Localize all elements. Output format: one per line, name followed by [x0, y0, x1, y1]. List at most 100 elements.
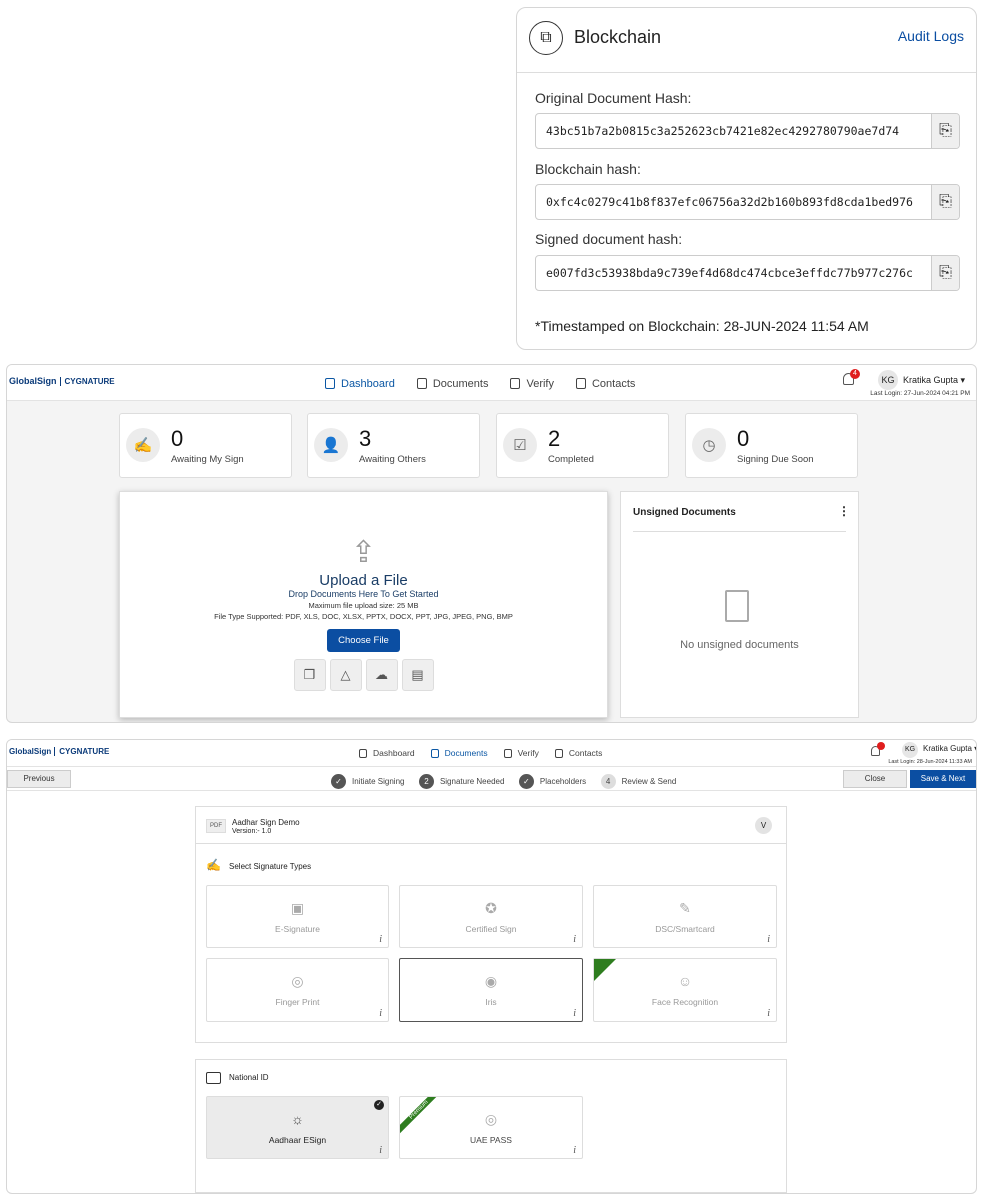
upload-title: Upload a File: [319, 572, 408, 589]
info-icon[interactable]: i: [379, 934, 382, 945]
tile-aadhaar-esign[interactable]: ✓ ☼ Aadhaar ESign i: [206, 1096, 389, 1159]
step-number: 2: [418, 774, 434, 789]
choose-file-button[interactable]: Choose File: [327, 629, 400, 652]
tile-iris[interactable]: ◉ Iris i: [399, 958, 583, 1022]
info-icon[interactable]: i: [767, 934, 770, 945]
stat-signing-due-soon[interactable]: ◷ 0 Signing Due Soon: [685, 413, 858, 478]
user-menu[interactable]: KGKratika Gupta ▾: [902, 742, 976, 758]
stat-label: Completed: [548, 454, 594, 465]
nav-dashboard[interactable]: Dashboard: [325, 378, 395, 390]
nav-dashboard[interactable]: Dashboard: [359, 748, 415, 758]
user-name: Kratika Gupta: [923, 744, 972, 753]
tile-label: E-Signature: [275, 924, 320, 934]
step-review-send[interactable]: 4 Review & Send: [600, 774, 677, 789]
stepper: ✓ Initiate Signing 2 Signature Needed ✓ Pla…: [331, 771, 686, 789]
info-icon[interactable]: i: [767, 1008, 770, 1019]
stat-completed[interactable]: ☑ 2 Completed: [496, 413, 669, 478]
onedrive-icon[interactable]: ☁: [365, 659, 398, 691]
stat-value: 2: [548, 426, 561, 451]
blockchain-hash-field: 0xfc4c0279c41b8f837efc06756a32d2b160b893…: [535, 184, 960, 220]
nav-contacts[interactable]: Contacts: [554, 748, 602, 758]
nav-contacts[interactable]: Contacts: [575, 378, 635, 390]
step-check-icon: ✓: [331, 774, 346, 789]
national-id-title: National ID: [229, 1073, 269, 1082]
dashboard-panel: GlobalSign CYGNATURE Dashboard Documents …: [6, 364, 977, 723]
nav-verify[interactable]: Verify: [510, 378, 554, 390]
save-next-button[interactable]: Save & Next: [910, 770, 976, 788]
tile-label: Finger Print: [275, 997, 320, 1007]
nav-verify[interactable]: Verify: [503, 748, 539, 758]
fingerprint-icon: ◎: [291, 973, 304, 989]
nav-documents[interactable]: Documents: [416, 378, 488, 390]
main-nav: Dashboard Documents Verify Contacts: [359, 748, 602, 758]
file-types: File Type Supported: PDF, XLS, DOC, XLSX…: [214, 612, 513, 621]
copy-icon[interactable]: ⎘: [931, 256, 959, 290]
step-label: Initiate Signing: [352, 777, 405, 786]
google-drive-icon[interactable]: △: [329, 659, 362, 691]
upload-subtitle: Drop Documents Here To Get Started: [288, 589, 439, 599]
original-hash-field: 43bc51b7a2b0815c3a252623cb7421e82ec42927…: [535, 113, 960, 149]
signature-types-section: ✍ Select Signature Types ▣ E-Signature i ✪…: [195, 843, 787, 1043]
tile-label: Iris: [485, 997, 497, 1007]
hash-value: e007fd3c53938bda9c739ef4d68dc474cbce3eff…: [546, 266, 913, 280]
fingerprint-icon: ◎: [484, 1111, 498, 1127]
audit-logs-link[interactable]: Audit Logs: [898, 28, 964, 44]
step-signature-needed[interactable]: 2 Signature Needed: [418, 774, 505, 789]
step-label: Review & Send: [621, 777, 677, 786]
stat-value: 0: [171, 426, 184, 451]
step-bar: Previous ✓ Initiate Signing 2 Signature Ne…: [7, 767, 976, 791]
hash-value: 43bc51b7a2b0815c3a252623cb7421e82ec42927…: [546, 124, 900, 138]
previous-button[interactable]: Previous: [7, 770, 71, 788]
dropbox-icon[interactable]: ❒: [293, 659, 326, 691]
max-size: Maximum file upload size: 25 MB: [308, 601, 419, 610]
signature-types-icon: ✍: [206, 858, 221, 872]
verify-icon: [510, 378, 521, 389]
dashboard-icon: [359, 749, 367, 758]
original-hash-label: Original Document Hash:: [535, 90, 692, 106]
pdf-badge: PDF: [206, 819, 226, 833]
document-version: Version:- 1.0: [232, 828, 272, 835]
step-initiate-signing[interactable]: ✓ Initiate Signing: [331, 774, 404, 789]
step-placeholders[interactable]: ✓ Placeholders: [518, 774, 587, 789]
stat-awaiting-my-sign[interactable]: ✍ 0 Awaiting My Sign: [119, 413, 292, 478]
person-icon: 👤: [314, 428, 348, 462]
stat-awaiting-others[interactable]: 👤 3 Awaiting Others: [307, 413, 480, 478]
tile-dsc-smartcard[interactable]: ✎ DSC/Smartcard i: [593, 885, 777, 948]
copy-icon[interactable]: ⎘: [931, 114, 959, 148]
info-icon[interactable]: i: [379, 1145, 382, 1156]
unsigned-title: Unsigned Documents: [633, 507, 736, 518]
tile-certified-sign[interactable]: ✪ Certified Sign i: [399, 885, 583, 948]
sign-icon: ✍: [126, 428, 160, 462]
more-icon[interactable]: ⋮: [838, 504, 850, 518]
info-icon[interactable]: i: [573, 1145, 576, 1156]
tile-label: DSC/Smartcard: [655, 924, 715, 934]
info-icon[interactable]: i: [379, 1008, 382, 1019]
timestamp-text: *Timestamped on Blockchain: 28-JUN-2024 …: [535, 318, 869, 334]
step-label: Signature Needed: [439, 777, 505, 786]
e-signature-icon: ▣: [290, 900, 305, 916]
hash-value: 0xfc4c0279c41b8f837efc06756a32d2b160b893…: [546, 195, 913, 209]
logo: GlobalSign CYGNATURE: [9, 747, 110, 756]
workflow-panel: GlobalSign CYGNATURE Dashboard Documents …: [6, 739, 977, 1194]
step-label: Placeholders: [539, 777, 587, 786]
tile-finger-print[interactable]: ◎ Finger Print i: [206, 958, 389, 1022]
copy-icon[interactable]: ⎘: [931, 185, 959, 219]
tile-e-signature[interactable]: ▣ E-Signature i: [206, 885, 389, 948]
blockchain-hash-label: Blockchain hash:: [535, 161, 641, 177]
upload-dropzone[interactable]: ⇪ Upload a File Drop Documents Here To G…: [119, 491, 608, 718]
info-icon[interactable]: i: [573, 934, 576, 945]
close-button[interactable]: Close: [843, 770, 907, 788]
nav-documents[interactable]: Documents: [430, 748, 488, 758]
selected-check-icon: ✓: [374, 1100, 384, 1110]
user-menu[interactable]: KGKratika Gupta ▾: [878, 370, 965, 390]
template-icon[interactable]: ▤: [401, 659, 434, 691]
tile-face-recognition[interactable]: ☺ Face Recognition i: [593, 958, 777, 1022]
collapse-toggle[interactable]: V: [755, 817, 772, 834]
top-nav: GlobalSign CYGNATURE Dashboard Documents …: [7, 740, 976, 767]
avatar: KG: [878, 370, 898, 390]
notification-badge: [877, 742, 885, 750]
info-icon[interactable]: i: [573, 1008, 576, 1019]
last-login: Last Login: 28-Jun-2024 11:33 AM: [888, 759, 972, 765]
tile-label: Certified Sign: [465, 924, 517, 934]
tile-uae-pass[interactable]: Premium ◎ UAE PASS i: [399, 1096, 583, 1159]
